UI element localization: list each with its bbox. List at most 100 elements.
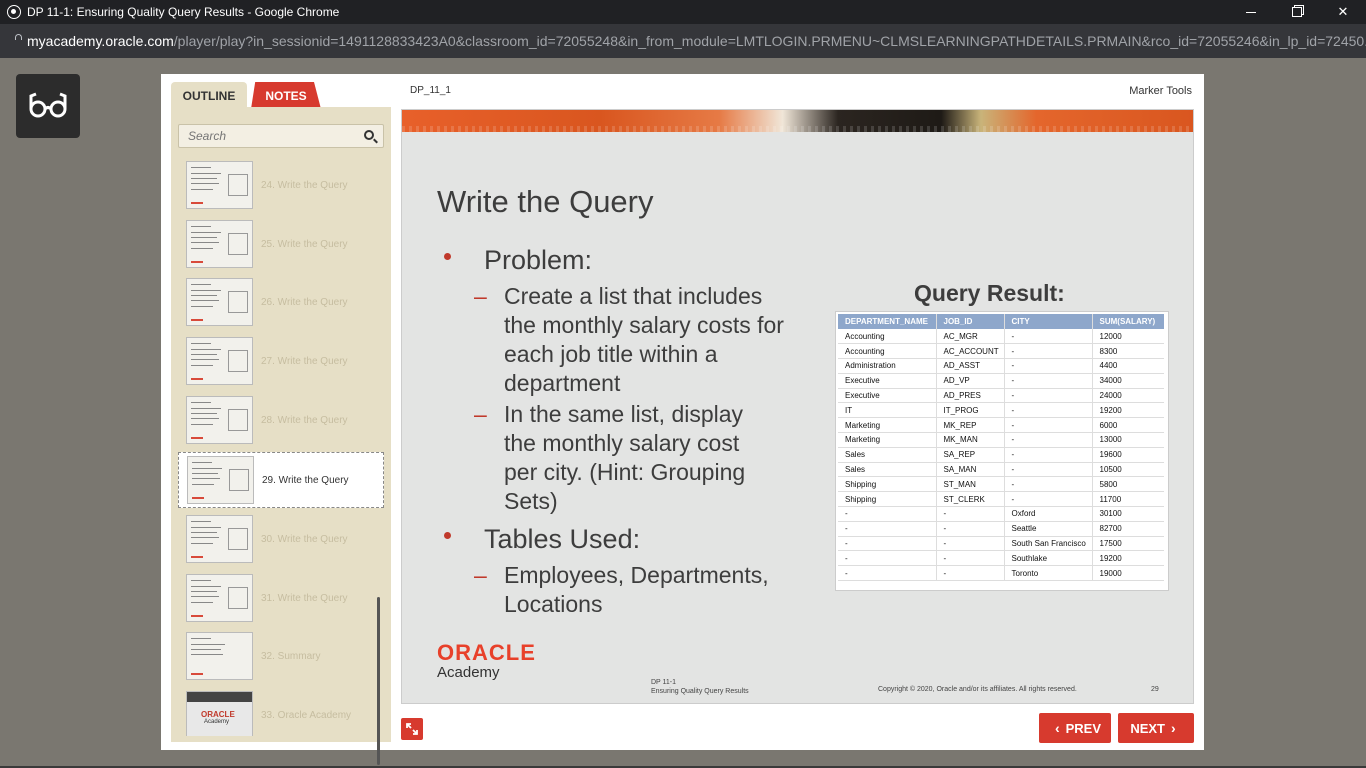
result-cell: Marketing — [838, 417, 936, 434]
dash-icon: – — [474, 562, 487, 588]
site-favicon-icon — [7, 5, 21, 19]
result-row: Marketing MK_REP -6000 — [838, 417, 1164, 434]
result-cell: - — [1003, 476, 1092, 493]
result-cell: Shipping — [838, 491, 936, 508]
url-path: /player/play?in_sessionid=1491128833423A… — [173, 33, 1366, 49]
column-header: CITY — [1003, 314, 1092, 329]
thumb-oracle-logo: ORACLE — [201, 710, 235, 719]
academy-logo-text: Academy — [437, 664, 500, 681]
reader-mode-button[interactable] — [16, 74, 80, 138]
result-row: Executive AD_PRES -24000 — [838, 388, 1164, 404]
prev-label: PREV — [1065, 720, 1102, 736]
result-cell: - — [838, 506, 936, 522]
dash-icon: – — [474, 283, 487, 309]
search-input[interactable] — [179, 125, 349, 147]
result-row: - - Seattle 82700 — [838, 521, 1164, 537]
result-cell: Administration — [838, 358, 936, 374]
result-cell: ST_CLERK — [935, 491, 1004, 508]
footer-copyright: Copyright © 2020, Oracle and/or its affi… — [878, 686, 1077, 693]
result-cell: 34000 — [1091, 373, 1164, 389]
result-cell: 8300 — [1091, 343, 1164, 360]
result-cell: - — [1003, 343, 1092, 360]
outline-scrollbar[interactable] — [377, 597, 380, 765]
slide-thumbnail — [186, 161, 253, 209]
result-cell: - — [838, 521, 936, 537]
outline-item-label: 29. Write the Query — [262, 474, 349, 486]
outline-item-33[interactable]: ORACLE Academy 33. Oracle Academy — [178, 687, 384, 736]
result-cell: Marketing — [838, 432, 936, 448]
fullscreen-button[interactable] — [401, 718, 423, 740]
result-row: Administration AD_ASST -4400 — [838, 358, 1164, 374]
result-cell: 5800 — [1091, 476, 1164, 493]
result-cell: Executive — [838, 388, 936, 404]
outline-item-label: 25. Write the Query — [261, 238, 348, 250]
search-box — [178, 124, 384, 148]
result-cell: - — [1003, 447, 1092, 463]
prev-button[interactable]: ‹ PREV — [1039, 713, 1111, 743]
next-button[interactable]: NEXT › — [1118, 713, 1194, 743]
marker-tools-button[interactable]: Marker Tools — [1129, 85, 1192, 97]
result-row: Executive AD_VP -34000 — [838, 373, 1164, 389]
glasses-icon — [29, 92, 67, 118]
result-cell: - — [935, 506, 1004, 522]
result-cell: - — [1003, 491, 1092, 508]
result-cell: AC_ACCOUNT — [935, 343, 1004, 360]
slide-thumbnail — [186, 574, 253, 622]
result-cell: SA_REP — [935, 447, 1004, 463]
result-cell: Accounting — [838, 343, 936, 360]
result-cell: - — [1003, 358, 1092, 374]
chevron-left-icon: ‹ — [1054, 720, 1060, 736]
outline-item-label: 28. Write the Query — [261, 414, 348, 426]
url-host: myacademy.oracle.com — [27, 33, 174, 49]
result-row: - - Oxford 30100 — [838, 506, 1164, 522]
close-window-button[interactable]: ✕ — [1320, 0, 1366, 24]
slide-thumbnail — [186, 220, 253, 268]
problem-item: – Create a list that includes the monthl… — [474, 283, 784, 396]
tab-outline[interactable]: OUTLINE — [171, 82, 247, 109]
browser-title-bar: DP 11-1: Ensuring Quality Query Results … — [0, 0, 1366, 24]
outline-item-29[interactable]: 29. Write the Query — [178, 452, 384, 508]
result-cell: 30100 — [1091, 506, 1164, 522]
oracle-academy-logo: ORACLE Academy — [437, 640, 536, 681]
outline-item-30[interactable]: 30. Write the Query — [178, 511, 384, 567]
outline-item-24[interactable]: 24. Write the Query — [178, 157, 384, 213]
slide-thumbnail — [187, 456, 254, 504]
result-cell: - — [935, 550, 1004, 567]
result-cell: - — [838, 565, 936, 582]
address-bar[interactable]: myacademy.oracle.com/player/play?in_sess… — [0, 24, 1366, 58]
minimize-button[interactable] — [1228, 0, 1274, 24]
outline-item-label: 31. Write the Query — [261, 592, 348, 604]
result-cell: Oxford — [1003, 506, 1092, 522]
outline-item-26[interactable]: 26. Write the Query — [178, 274, 384, 330]
result-row: - - Toronto 19000 — [838, 565, 1164, 582]
column-header: JOB_ID — [935, 314, 1004, 329]
result-cell: MK_MAN — [935, 432, 1004, 448]
outline-item-32[interactable]: 32. Summary — [178, 628, 384, 684]
result-cell: - — [1003, 432, 1092, 448]
slide-id: DP_11_1 — [410, 85, 451, 96]
window-title: DP 11-1: Ensuring Quality Query Results … — [27, 5, 340, 19]
result-cell: Southlake — [1003, 550, 1092, 567]
result-cell: - — [838, 550, 936, 567]
restore-button[interactable] — [1274, 0, 1320, 24]
outline-item-31[interactable]: 31. Write the Query — [178, 570, 384, 626]
tab-notes[interactable]: NOTES — [251, 82, 321, 109]
outline-item-28[interactable]: 28. Write the Query — [178, 392, 384, 448]
result-row: - - South San Francisco 17500 — [838, 536, 1164, 552]
bullet-icon — [444, 532, 451, 539]
footer-course: DP 11-1 Ensuring Quality Query Results — [651, 678, 749, 696]
outline-item-25[interactable]: 25. Write the Query — [178, 216, 384, 272]
outline-item-label: 32. Summary — [261, 650, 321, 662]
result-cell: 12000 — [1091, 329, 1164, 345]
result-cell: - — [1003, 417, 1092, 434]
slide-thumbnail-list: 24. Write the Query 25. Write the Query … — [178, 156, 384, 736]
result-cell: - — [1003, 373, 1092, 389]
result-cell: - — [935, 536, 1004, 552]
slide-canvas: Write the Query Problem: – Create a list… — [401, 109, 1194, 704]
result-cell: - — [935, 565, 1004, 582]
search-icon[interactable] — [364, 130, 374, 140]
outline-item-label: 26. Write the Query — [261, 296, 348, 308]
footer-course-title: Ensuring Quality Query Results — [651, 688, 749, 695]
outline-item-27[interactable]: 27. Write the Query — [178, 333, 384, 389]
next-label: NEXT — [1130, 720, 1165, 736]
